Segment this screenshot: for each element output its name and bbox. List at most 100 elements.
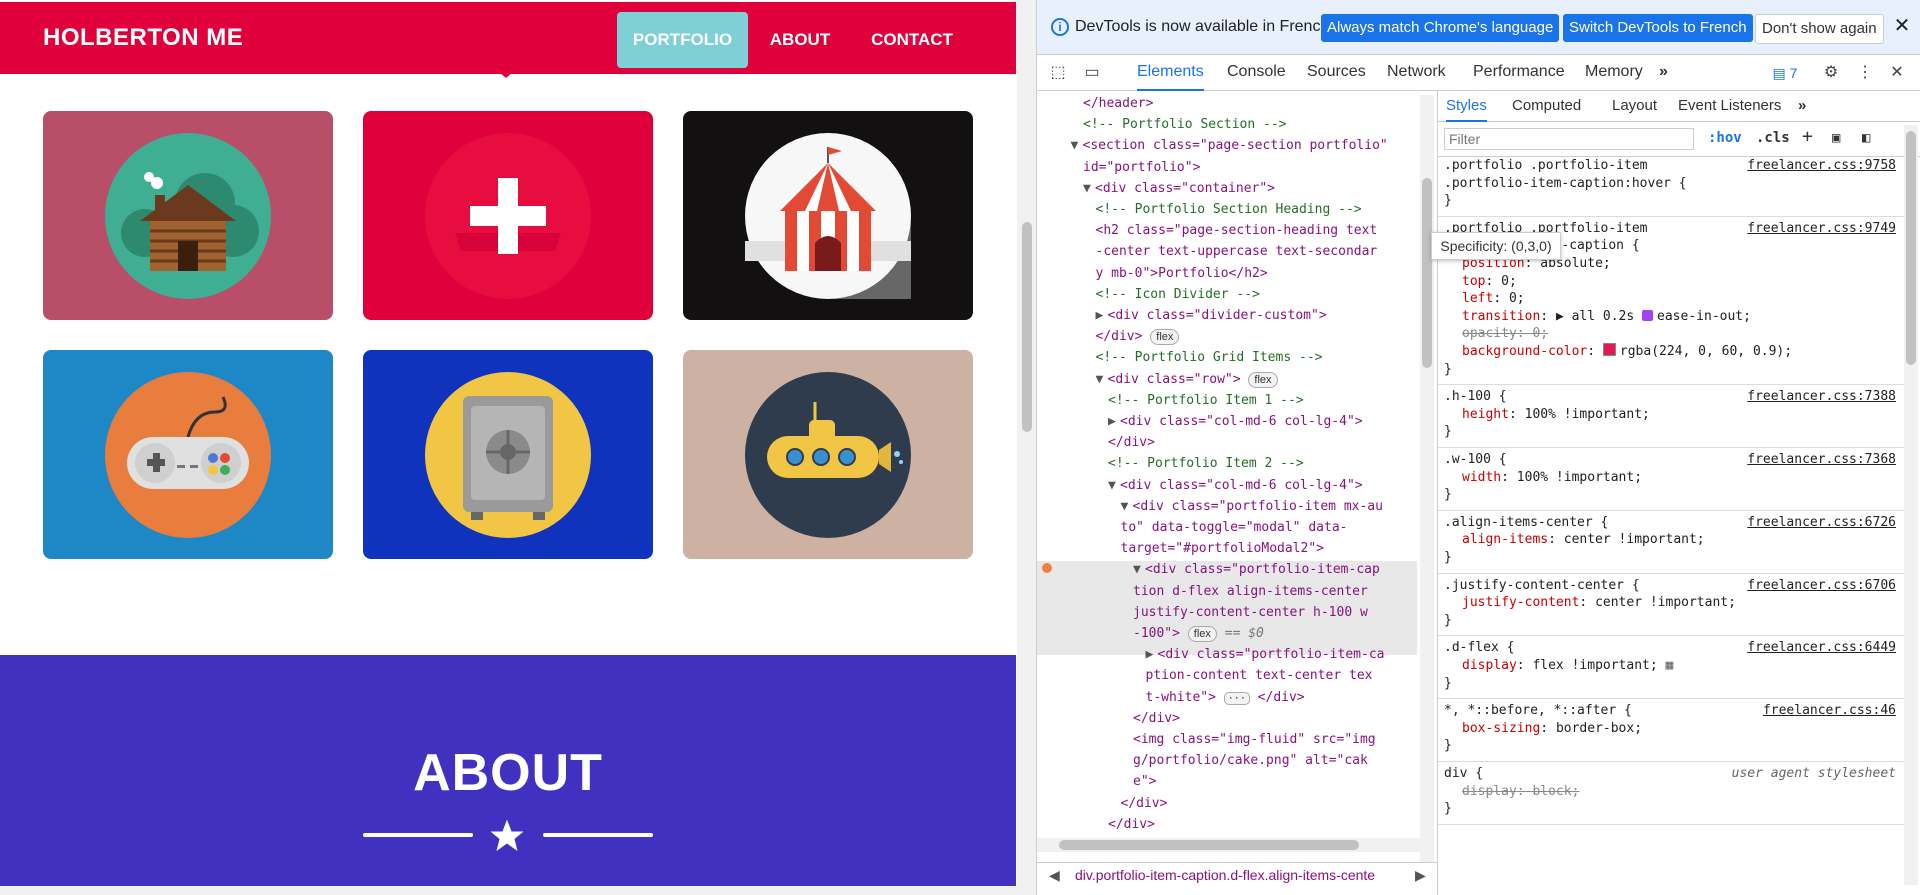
css-property-name[interactable]: align-items [1462, 532, 1548, 547]
dom-node-line[interactable]: id="portfolio"> [1083, 157, 1200, 178]
flex-badge[interactable]: flex [1150, 329, 1180, 346]
css-property-value[interactable]: flex !important; [1532, 658, 1657, 673]
hov-toggle[interactable]: :hov [1708, 130, 1742, 146]
css-property-value[interactable]: 0; [1501, 274, 1517, 289]
dom-node-line[interactable]: <!-- Portfolio Section --> [1083, 114, 1287, 135]
dom-node-line[interactable]: -center text-uppercase text-secondar [1096, 241, 1378, 262]
css-property-value[interactable]: center !important; [1595, 595, 1736, 610]
rule-source-link[interactable]: freelancer.css:9749 [1747, 220, 1896, 238]
dom-node-line[interactable]: e"> [1133, 771, 1156, 792]
css-property-name[interactable]: height [1462, 407, 1509, 422]
dom-node-line[interactable]: justify-content-center h-100 w [1133, 602, 1368, 623]
css-property-value[interactable]: 0; [1509, 291, 1525, 306]
dom-node-line[interactable]: y mb-0">Portfolio</h2> [1096, 263, 1268, 284]
expand-ellipsis-icon[interactable]: ··· [1223, 691, 1250, 705]
css-property-name[interactable]: opacity [1462, 326, 1517, 341]
css-declaration[interactable]: height: 100% !important; [1462, 406, 1650, 424]
css-property-name[interactable]: display [1462, 784, 1517, 799]
css-property-name[interactable]: top [1462, 274, 1485, 289]
rule-selector[interactable]: .w-100 { [1444, 451, 1507, 469]
flex-badge[interactable]: flex [1248, 371, 1278, 388]
rule-selector[interactable]: *, *::before, *::after { [1444, 702, 1632, 720]
tab-elements[interactable]: Elements [1137, 55, 1204, 91]
rule-selector[interactable]: .justify-content-center { [1444, 577, 1640, 595]
rule-source-link[interactable]: freelancer.css:6706 [1747, 577, 1896, 595]
dom-node-line[interactable]: ▶ <div class="divider-custom"> [1096, 305, 1327, 326]
dom-node-line[interactable]: </div> flex [1096, 326, 1180, 347]
rule-source-link[interactable]: freelancer.css:7368 [1747, 451, 1896, 469]
elements-hscrollbar-thumb[interactable] [1059, 840, 1359, 850]
rule-selector[interactable]: .portfolio-item-caption:hover { [1444, 175, 1687, 193]
collapse-triangle-icon[interactable]: ▼ [1108, 475, 1120, 496]
dom-node-line[interactable]: <!-- Portfolio Grid Items --> [1096, 347, 1323, 368]
css-property-value[interactable]: 0; [1532, 326, 1548, 341]
tab-performance[interactable]: Performance [1473, 55, 1565, 89]
dom-node-line[interactable]: </header> [1083, 93, 1153, 114]
dom-node-line[interactable]: </div> [1108, 814, 1155, 835]
css-property-value[interactable]: rgba(224, 0, 60, 0.9); [1620, 344, 1792, 359]
rule-source-link[interactable]: freelancer.css:46 [1763, 702, 1896, 720]
portfolio-item-cabin[interactable] [43, 111, 333, 320]
dom-node-line[interactable]: <!-- Portfolio Section Heading --> [1096, 199, 1362, 220]
css-declaration[interactable]: justify-content: center !important; [1462, 594, 1736, 612]
breadcrumb-item[interactable]: div.portfolio-item-caption.d-flex.align-… [1075, 863, 1405, 887]
css-declaration[interactable]: width: 100% !important; [1462, 469, 1642, 487]
rule-source-link[interactable]: freelancer.css:6449 [1747, 639, 1896, 657]
dom-node-line[interactable]: to" data-toggle="modal" data- [1121, 517, 1348, 538]
css-declaration[interactable]: transition: ▶ all 0.2s ease-in-out; [1462, 308, 1751, 326]
collapse-triangle-icon[interactable]: ▼ [1071, 135, 1083, 156]
dom-node-line[interactable]: <!-- Icon Divider --> [1096, 284, 1260, 305]
dom-node-line[interactable]: tion d-flex align-items-center [1133, 581, 1368, 602]
css-declaration[interactable]: box-sizing: border-box; [1462, 720, 1642, 738]
dom-node-line[interactable]: ▶ <div class="portfolio-item-ca [1146, 644, 1385, 665]
breadcrumb-left-arrow-icon[interactable]: ◀ [1049, 863, 1060, 887]
tab-console[interactable]: Console [1227, 55, 1286, 89]
dom-node-line[interactable]: </div> [1121, 793, 1168, 814]
page-scrollbar-thumb[interactable] [1022, 222, 1032, 432]
css-declaration[interactable]: display: flex !important; ▦ [1462, 657, 1673, 675]
dom-node-line[interactable]: ▼ <div class="portfolio-item-cap [1133, 559, 1380, 580]
nav-link-portfolio[interactable]: PORTFOLIO [617, 12, 748, 68]
collapse-triangle-icon[interactable]: ▼ [1083, 178, 1095, 199]
nav-link-contact[interactable]: CONTACT [864, 12, 960, 68]
issues-badge[interactable]: ▤ 7 [1765, 63, 1805, 83]
settings-icon[interactable]: ⚙ [1820, 63, 1842, 83]
sidebar-toggle-icon[interactable]: ◧ [1862, 130, 1870, 146]
dom-node-line[interactable]: <h2 class="page-section-heading text [1096, 220, 1378, 241]
portfolio-item-circus[interactable] [683, 111, 973, 320]
dom-node-line[interactable]: ▼ <div class="portfolio-item mx-au [1121, 496, 1383, 517]
dom-node-line[interactable]: <!-- Portfolio Item 1 --> [1108, 390, 1304, 411]
rule-source-link[interactable]: freelancer.css:6726 [1747, 514, 1896, 532]
rule-selector[interactable]: div { [1444, 765, 1483, 783]
dom-node-line[interactable]: ▼ <section class="page-section portfolio" [1071, 135, 1388, 156]
css-property-name[interactable]: width [1462, 470, 1501, 485]
dom-node-line[interactable]: </div> [1133, 708, 1180, 729]
css-easing-value[interactable]: ease-in-out; [1657, 309, 1751, 324]
css-property-value[interactable]: block; [1532, 784, 1579, 799]
collapse-triangle-icon[interactable]: ▼ [1096, 369, 1108, 390]
tab-event-listeners[interactable]: Event Listeners [1678, 91, 1781, 120]
collapse-triangle-icon[interactable]: ▼ [1133, 559, 1145, 580]
portfolio-item-controller[interactable] [43, 350, 333, 559]
flex-badge[interactable]: flex [1187, 626, 1217, 642]
css-declaration[interactable]: left: 0; [1462, 290, 1525, 308]
portfolio-item-cake[interactable] [363, 111, 653, 320]
dom-node-line[interactable]: -100"> flex == $0 [1133, 623, 1264, 644]
dom-node-line[interactable]: target="#portfolioModal2"> [1121, 538, 1325, 559]
switch-to-french-button[interactable]: Switch DevTools to French [1563, 14, 1753, 42]
expand-triangle-icon[interactable]: ▶ [1108, 411, 1120, 432]
page-scrollbar[interactable] [1017, 0, 1036, 886]
rule-source-link[interactable]: freelancer.css:7388 [1747, 388, 1896, 406]
rule-selector[interactable]: .align-items-center { [1444, 514, 1608, 532]
css-property-value[interactable]: 100% !important; [1525, 407, 1650, 422]
css-property-name[interactable]: justify-content [1462, 595, 1579, 610]
dom-node-line[interactable]: ▼ <div class="row"> flex [1096, 369, 1278, 390]
portfolio-item-safe[interactable] [363, 350, 653, 559]
css-declaration[interactable]: opacity: 0; [1462, 325, 1548, 343]
dont-show-again-button[interactable]: Don't show again [1755, 14, 1884, 44]
breadcrumb-right-arrow-icon[interactable]: ▶ [1415, 863, 1426, 887]
dom-node-line[interactable]: <!-- Portfolio Item 2 --> [1108, 453, 1304, 474]
tab-memory[interactable]: Memory [1585, 55, 1643, 89]
css-property-name[interactable]: transition [1462, 309, 1540, 324]
expand-triangle-icon[interactable]: ▶ [1096, 305, 1108, 326]
